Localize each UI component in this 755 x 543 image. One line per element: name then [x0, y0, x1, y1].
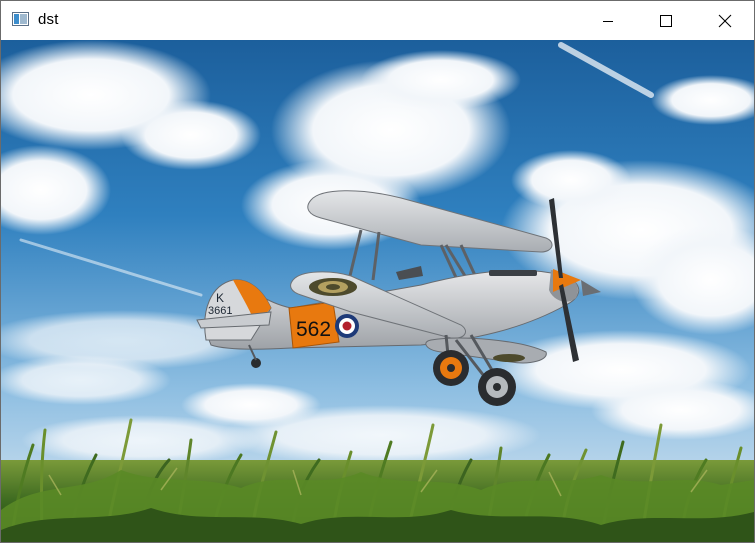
- close-icon: [718, 14, 732, 27]
- fuselage-number: 562: [296, 318, 331, 341]
- title-bar[interactable]: dst: [1, 1, 754, 40]
- image-window: dst K 3661 562: [0, 0, 755, 543]
- tail-letter: K: [216, 291, 224, 305]
- maximize-button[interactable]: [637, 1, 695, 40]
- close-button[interactable]: [696, 1, 754, 40]
- minimize-icon: [603, 20, 613, 22]
- tail-number: 3661: [208, 305, 232, 317]
- window-title: dst: [38, 11, 59, 28]
- maximize-icon: [660, 14, 672, 27]
- biplane-photo: K 3661 562: [1, 40, 754, 542]
- minimize-button[interactable]: [579, 1, 637, 40]
- app-window-icon: [12, 12, 29, 26]
- image-canvas: K 3661 562: [1, 40, 754, 542]
